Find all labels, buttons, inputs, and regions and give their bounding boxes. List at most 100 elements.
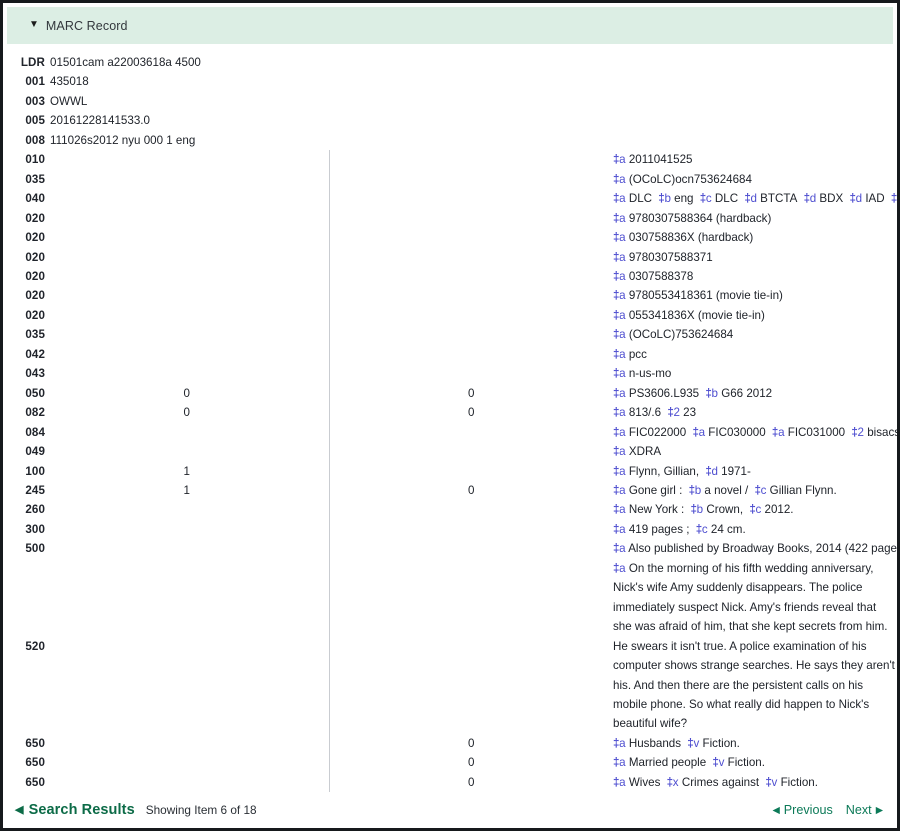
marc-data-field-row: 010 ‡a 2011041525 (3, 150, 897, 170)
marc-record-header[interactable]: ▼ MARC Record (7, 7, 893, 44)
marc-subfield-list: ‡a pcc (613, 345, 897, 364)
marc-subfield-code-letter: a (619, 269, 626, 283)
marc-subfield-code: ‡a (613, 211, 626, 225)
marc-data-field-row: 500 ‡a Also published by Broadway Books, … (3, 539, 897, 559)
marc-data-field-row: 049 ‡a XDRA (3, 442, 897, 462)
marc-data-field-row: 260 ‡a New York : ‡b Crown, ‡c 2012. (3, 500, 897, 520)
marc-subfield-value: Gone girl : (628, 483, 683, 497)
marc-subfield-list: ‡a 030758836X (hardback) (613, 228, 897, 247)
marc-control-field-row: 005 20161228141533.0 (3, 111, 897, 130)
marc-record-body: LDR 01501cam a22003618a 4500 001 435018 003 O… (3, 44, 897, 792)
marc-indicator-2 (329, 423, 613, 442)
marc-tag: 003 (25, 94, 45, 108)
marc-subfield-code: ‡v (765, 775, 778, 789)
marc-subfield-code: ‡a (613, 192, 626, 206)
marc-subfield-list: ‡a On the morning of his fifth wedding a… (613, 559, 897, 734)
marc-subfield-code-letter: a (619, 542, 626, 556)
marc-control-value: OWWL (50, 94, 88, 108)
marc-subfield-code-letter: a (619, 347, 626, 361)
marc-subfield-value: DLC (714, 192, 739, 206)
marc-tag: 043 (25, 367, 45, 381)
marc-subfield-code-letter: v (718, 756, 725, 770)
marc-subfield-code: ‡b (658, 192, 671, 206)
marc-subfield-code-letter: b (696, 503, 704, 517)
previous-record-link[interactable]: ◀ Previous (772, 803, 832, 817)
marc-tag: 500 (25, 542, 45, 556)
marc-subfield-code-letter: a (619, 483, 626, 497)
marc-subfield-code: ‡2 (851, 425, 864, 439)
marc-data-field-row: 650 0 ‡a Husbands ‡v Fiction. (3, 733, 897, 754)
marc-indicator-2 (329, 500, 613, 519)
marc-subfield-code: ‡a (613, 756, 626, 770)
marc-subfield-code-letter: a (619, 231, 626, 245)
marc-indicator-2: 0 (468, 386, 475, 400)
marc-subfield-code-letter: c (755, 503, 762, 517)
marc-subfield-code: ‡d (705, 464, 718, 478)
marc-subfield-code-letter: a (778, 425, 785, 439)
marc-subfield-code-letter: a (619, 756, 626, 770)
marc-control-value: 20161228141533.0 (50, 114, 150, 128)
marc-subfield-list: ‡a PS3606.L935 ‡b G66 2012 (613, 384, 897, 403)
marc-subfield-value: Crimes against (681, 775, 760, 789)
marc-subfield-value: 2011041525 (628, 153, 693, 167)
marc-indicator-1 (45, 325, 330, 345)
marc-subfield-value: 24 cm. (710, 522, 746, 536)
marc-subfield-code-letter: d (750, 192, 757, 206)
triangle-down-icon[interactable]: ▼ (29, 19, 39, 30)
marc-indicator-1 (45, 228, 330, 248)
marc-indicator-1 (45, 753, 330, 773)
marc-tag: 650 (25, 736, 45, 750)
marc-subfield-value: 9780553418361 (movie tie-in) (628, 289, 783, 303)
previous-label: Previous (783, 803, 833, 817)
marc-indicator-2: 0 (468, 736, 475, 750)
marc-data-field-row: 650 0 ‡a Wives ‡x Crimes against ‡v Fictio… (3, 772, 897, 792)
marc-control-value: 435018 (50, 75, 89, 89)
marc-subfield-code-letter: a (619, 561, 626, 575)
marc-subfield-code-letter: d (711, 464, 718, 478)
marc-indicator-2 (329, 209, 613, 228)
marc-subfield-code: ‡v (712, 756, 725, 770)
marc-indicator-2 (329, 306, 613, 325)
marc-subfield-list: ‡a Flynn, Gillian, ‡d 1971- (613, 462, 897, 481)
marc-indicator-1 (45, 519, 330, 540)
marc-subfield-list: ‡a Gone girl : ‡b a novel / ‡c Gillian F… (613, 481, 897, 500)
marc-tag: 050 (25, 386, 45, 400)
marc-subfield-code-letter: a (619, 386, 626, 400)
marc-subfield-code: ‡a (771, 425, 785, 439)
marc-subfield-code: ‡a (613, 386, 626, 400)
marc-indicator-2 (329, 286, 613, 305)
marc-subfield-value: 1971- (721, 464, 751, 478)
marc-subfield-code: ‡d (849, 192, 863, 206)
marc-indicator-1: 0 (45, 383, 330, 404)
marc-tag: 300 (25, 522, 45, 536)
marc-subfield-value: On the morning of his fifth wedding anni… (613, 561, 895, 731)
marc-data-field-row: 040 ‡a DLC ‡b eng ‡c DLC ‡d BTCTA ‡d BDX … (3, 189, 897, 209)
marc-subfield-code-letter: a (619, 250, 626, 264)
marc-subfield-list: ‡a 813/.6 ‡2 23 (613, 403, 897, 422)
marc-subfield-code-letter: a (619, 172, 626, 186)
marc-subfield-value: New York : (628, 503, 685, 517)
marc-subfield-code-letter: a (619, 503, 626, 517)
marc-subfield-value: eng (674, 192, 694, 206)
marc-indicator-1 (45, 305, 330, 326)
marc-indicator-1 (45, 772, 330, 792)
marc-tag: 001 (25, 75, 45, 89)
marc-subfield-code-letter: a (619, 522, 626, 536)
next-record-link[interactable]: Next ▶ (846, 803, 883, 817)
marc-subfield-value: IAD (865, 192, 885, 206)
marc-subfield-value: 419 pages ; (628, 522, 690, 536)
marc-subfield-list: ‡a 9780307588371 (613, 248, 897, 267)
marc-indicator-1 (45, 247, 330, 267)
marc-subfield-code-letter: a (619, 736, 626, 750)
marc-subfield-code: ‡x (666, 775, 679, 789)
marc-subfield-code-letter: a (619, 289, 626, 303)
marc-subfield-value: Fiction. (727, 756, 765, 770)
showing-item-count: Showing Item 6 of 18 (145, 802, 257, 817)
marc-subfield-value: n-us-mo (628, 367, 672, 381)
marc-subfield-code: ‡a (613, 464, 626, 478)
marc-subfield-code: ‡d (803, 192, 817, 206)
marc-subfield-code: ‡a (613, 561, 626, 575)
marc-subfield-code-letter: c (760, 483, 767, 497)
marc-indicator-1 (45, 364, 330, 384)
search-results-link[interactable]: ◀ Search Results (15, 802, 135, 818)
